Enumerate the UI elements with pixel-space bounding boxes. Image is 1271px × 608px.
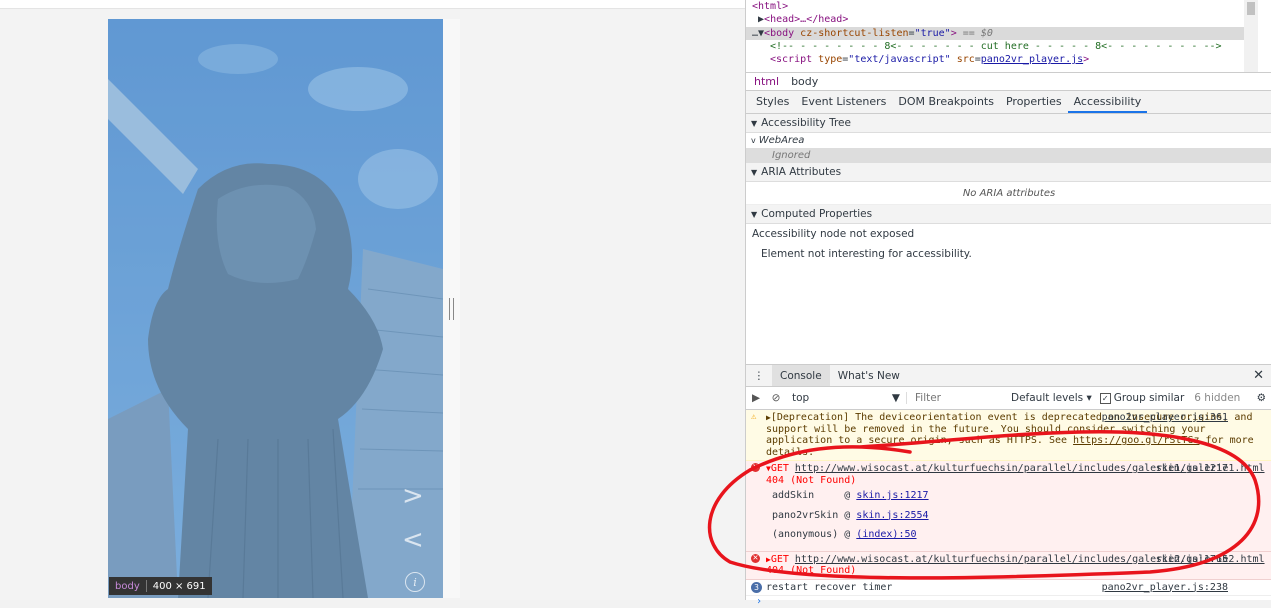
hover-tag-name: body: [115, 580, 140, 592]
log-levels-dropdown[interactable]: Default levels ▾: [1011, 392, 1092, 404]
tab-whats-new[interactable]: What's New: [830, 365, 908, 386]
ignored-node[interactable]: Ignored: [746, 148, 1271, 163]
drawer-menu-icon[interactable]: ⋮: [746, 370, 772, 382]
sidebar-tabs: Styles Event Listeners DOM Breakpoints P…: [746, 91, 1271, 114]
element-hover-label: body 400 × 691: [109, 577, 212, 595]
hover-divider: [145, 580, 147, 592]
accessibility-tree-header[interactable]: ▼ Accessibility Tree: [746, 114, 1271, 133]
repeat-count-badge: 3: [751, 581, 762, 593]
stack-frame-link[interactable]: skin.js:1217: [856, 490, 928, 501]
console-error-galerie2[interactable]: ✕ ▶GET http://www.wisocast.at/kulturfuec…: [746, 551, 1271, 580]
elements-scrollbar[interactable]: [1244, 0, 1258, 72]
devtools-panel: <html> ▶<head>…</head> …▼<body cz-shortc…: [745, 0, 1271, 607]
stack-frame: (anonymous) @ (index):50: [772, 529, 917, 540]
accessibility-pane: ▼ Accessibility Tree v WebArea Ignored ▼ AR…: [746, 114, 1271, 364]
prev-arrow-icon[interactable]: <: [402, 525, 424, 555]
tab-properties[interactable]: Properties: [1000, 95, 1068, 113]
console-prompt[interactable]: ›: [746, 596, 1271, 608]
next-arrow-icon[interactable]: >: [402, 481, 424, 511]
error1-source-link[interactable]: skin.js:1217: [1156, 463, 1228, 475]
stack-frame: pano2vrSkin @ skin.js:2554: [772, 509, 929, 521]
close-drawer-icon[interactable]: ✕: [1253, 368, 1264, 383]
error-icon: ✕: [751, 552, 760, 563]
stack-frame-link[interactable]: (index):50: [856, 529, 916, 540]
console-warning[interactable]: ⚠ ▶[Deprecation] The deviceorientation e…: [746, 410, 1271, 461]
webarea-node[interactable]: v WebArea: [746, 133, 1271, 148]
breadcrumb: html body: [746, 72, 1271, 91]
console-info[interactable]: 3 restart recover timer pano2vr_player.j…: [746, 579, 1271, 596]
computed-properties-header[interactable]: ▼ Computed Properties: [746, 205, 1271, 224]
tab-console[interactable]: Console: [772, 365, 830, 386]
console-drawer: ⋮ Console What's New ✕ ▶ ⊘ top▼ Default …: [746, 364, 1271, 607]
drawer-tabs: ⋮ Console What's New ✕: [746, 365, 1271, 387]
tree-line-script[interactable]: <script type="text/javascript" src=pano2…: [752, 53, 1258, 66]
console-error-galerie1[interactable]: ✕ ▼GET http://www.wisocast.at/kulturfuec…: [746, 461, 1271, 552]
breadcrumb-html[interactable]: html: [754, 75, 779, 88]
stack-frame-link[interactable]: skin.js:2554: [856, 510, 928, 521]
error2-source-link[interactable]: skin.js:1765: [1156, 554, 1228, 566]
warning-icon: ⚠: [751, 412, 757, 422]
tab-event-listeners[interactable]: Event Listeners: [795, 95, 892, 113]
info-icon[interactable]: i: [405, 572, 425, 592]
no-aria-message: No ARIA attributes: [746, 182, 1271, 205]
group-similar-checkbox[interactable]: ✓ Group similar: [1099, 392, 1184, 404]
tree-line-body-selected[interactable]: …▼<body cz-shortcut-listen="true"> == $0: [746, 26, 1258, 40]
console-settings-icon[interactable]: ⚙: [1257, 392, 1266, 404]
aria-attributes-header[interactable]: ▼ ARIA Attributes: [746, 163, 1271, 182]
device-viewport-area: > < i body 400 × 691: [0, 0, 745, 600]
console-messages: ⚠ ▶[Deprecation] The deviceorientation e…: [746, 410, 1271, 608]
hidden-count: 6 hidden: [1194, 392, 1241, 404]
not-exposed-message: Accessibility node not exposed: [752, 228, 915, 240]
console-toolbar: ▶ ⊘ top▼ Default levels ▾ ✓Group similar…: [746, 387, 1271, 410]
device-toolbar: [0, 0, 745, 9]
hover-dimensions: 400 × 691: [152, 580, 206, 592]
breadcrumb-body[interactable]: body: [791, 75, 818, 88]
panorama-image: [108, 19, 443, 598]
not-interesting-message: Element not interesting for accessibilit…: [761, 248, 972, 260]
tree-line-html[interactable]: <html>: [752, 0, 1258, 13]
resize-handle[interactable]: [449, 298, 454, 320]
device-screen[interactable]: > <: [108, 19, 443, 598]
deprecation-link[interactable]: https://goo.gl/rStTGz: [1073, 435, 1199, 446]
tab-accessibility[interactable]: Accessibility: [1067, 95, 1148, 113]
tree-line-comment[interactable]: <!-- - - - - - - - 8<- - - - - - - cut h…: [752, 40, 1258, 53]
info-source-link[interactable]: pano2vr_player.js:238: [1102, 582, 1228, 594]
warning-source-link[interactable]: pano2vr_player.js:361: [1102, 412, 1228, 424]
context-select[interactable]: top ▼: [786, 392, 907, 404]
tree-line-head[interactable]: ▶<head>…</head>: [752, 13, 1258, 26]
elements-tree[interactable]: <html> ▶<head>…</head> …▼<body cz-shortc…: [746, 0, 1258, 72]
script-src-link[interactable]: pano2vr_player.js: [981, 54, 1083, 65]
filter-input[interactable]: [913, 391, 1003, 405]
tab-styles[interactable]: Styles: [750, 95, 795, 113]
sidebar-toggle-icon[interactable]: ▶: [746, 392, 766, 404]
stack-frame: addSkin @ skin.js:1217: [772, 490, 929, 501]
tab-dom-breakpoints[interactable]: DOM Breakpoints: [892, 95, 1000, 113]
clear-console-icon[interactable]: ⊘: [766, 392, 786, 404]
error-icon: ✕: [751, 462, 760, 472]
